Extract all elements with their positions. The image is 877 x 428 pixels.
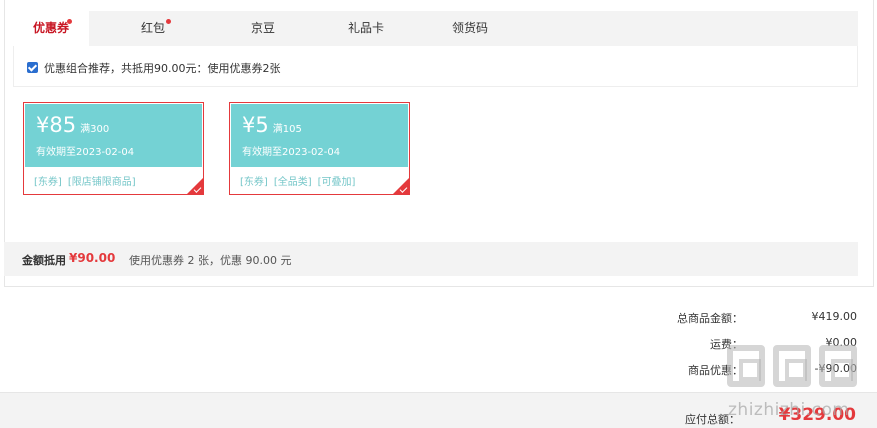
coupon-header: ¥5 满105 有效期至2023-02-04	[231, 104, 408, 167]
goods-total-label: 总商品金额：	[677, 312, 743, 325]
coupon-list: ¥85 满300 有效期至2023-02-04 [东券] [限店铺限商品] ¥5 满1…	[4, 87, 874, 242]
amount-description: 使用优惠券 2 张，优惠 90.00 元	[129, 254, 292, 267]
coupon-tag: [可叠加]	[317, 177, 356, 188]
new-dot-icon	[166, 19, 171, 24]
tab-pickup-code[interactable]: 领货码	[437, 11, 503, 46]
amount-value: ¥90.00	[69, 251, 116, 265]
tab-jingdou[interactable]: 京豆	[233, 11, 293, 46]
amount-label: 金额抵用	[22, 254, 66, 267]
tab-label: 红包	[140, 21, 165, 35]
watermark-text: zhizhizhi.com	[728, 400, 850, 420]
watermark-glyph	[727, 345, 765, 387]
combo-text: 优惠组合推荐，共抵用90.00元：使用优惠券2张	[44, 62, 281, 75]
combo-checkbox[interactable]	[27, 62, 38, 73]
coupon-amount: ¥85	[36, 113, 77, 137]
coupon-condition: 满105	[272, 124, 302, 135]
coupon-card[interactable]: ¥85 满300 有效期至2023-02-04 [东券] [限店铺限商品]	[23, 102, 204, 195]
new-dot-icon	[67, 19, 72, 24]
coupon-amount-line: ¥5 满105	[242, 113, 302, 137]
coupon-tags: [东券] [限店铺限商品]	[34, 173, 142, 188]
watermark-logo	[727, 345, 867, 395]
checkout-coupon-panel: 优惠券 红包 京豆 礼品卡 领货码 优惠组合推荐，共抵用90.00元：使用优惠券…	[0, 0, 877, 428]
tab-red-packets[interactable]: 红包	[123, 11, 183, 46]
coupon-tag: [东券]	[34, 177, 62, 188]
tab-gift-card[interactable]: 礼品卡	[333, 11, 399, 46]
coupon-header: ¥85 满300 有效期至2023-02-04	[25, 104, 202, 167]
watermark-glyph	[819, 345, 857, 387]
coupon-tags: [东券] [全品类] [可叠加]	[240, 173, 361, 188]
combo-recommendation: 优惠组合推荐，共抵用90.00元：使用优惠券2张	[13, 46, 858, 87]
coupon-amount: ¥5	[242, 113, 269, 137]
shipping-label: 运费：	[710, 338, 743, 351]
coupon-condition: 满300	[80, 124, 110, 135]
discount-tabs: 优惠券 红包 京豆 礼品卡 领货码	[13, 11, 858, 47]
coupon-expiry: 有效期至2023-02-04	[242, 147, 341, 158]
goods-total-value: ¥419.00	[811, 310, 858, 323]
watermark-glyph	[773, 345, 811, 387]
coupon-amount-line: ¥85 满300	[36, 113, 109, 137]
coupon-card[interactable]: ¥5 满105 有效期至2023-02-04 [东券] [全品类] [可叠加]	[229, 102, 410, 195]
coupon-expiry: 有效期至2023-02-04	[36, 147, 135, 158]
tab-label: 礼品卡	[347, 21, 384, 35]
tab-coupons[interactable]: 优惠券	[13, 11, 89, 47]
coupon-tag: [全品类]	[273, 177, 312, 188]
tab-label: 京豆	[250, 21, 275, 35]
payable-label: 应付总额：	[685, 413, 740, 426]
discount-amount-row: 金额抵用 ¥90.00 使用优惠券 2 张，优惠 90.00 元	[4, 242, 858, 276]
goods-discount-label: 商品优惠：	[688, 364, 743, 377]
coupon-tag: [东券]	[240, 177, 268, 188]
tab-label: 优惠券	[32, 21, 69, 35]
coupon-tag: [限店铺限商品]	[67, 177, 136, 188]
tab-label: 领货码	[451, 21, 488, 35]
